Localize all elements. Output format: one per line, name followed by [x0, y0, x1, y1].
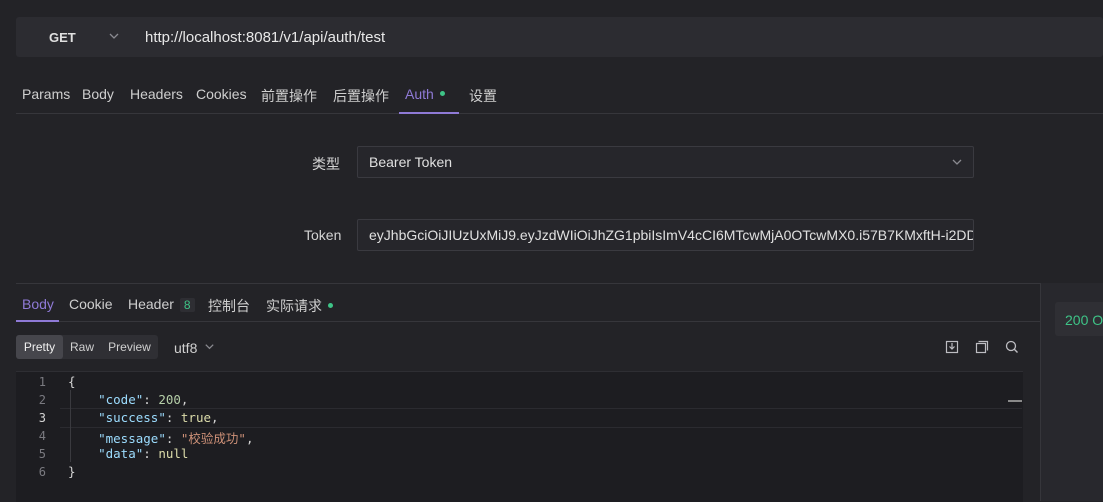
tab-response-header[interactable]: Header 8	[128, 296, 195, 312]
tab-response-body[interactable]: Body	[22, 296, 54, 312]
tab-actual-request[interactable]: 实际请求	[266, 296, 333, 316]
active-tab-indicator	[399, 112, 459, 114]
copy-icon[interactable]	[974, 339, 990, 355]
chevron-down-icon[interactable]	[107, 29, 121, 43]
scrollbar-marker[interactable]	[1008, 400, 1022, 402]
line-number: 1	[38, 375, 46, 389]
method-select[interactable]: GET	[49, 30, 76, 45]
tab-cookies[interactable]: Cookies	[196, 86, 247, 102]
json-key: "code"	[98, 392, 144, 407]
status-code: 200 O	[1065, 312, 1103, 328]
line-number: 3	[38, 411, 46, 425]
url-input[interactable]: http://localhost:8081/v1/api/auth/test	[145, 29, 385, 46]
tab-console[interactable]: 控制台	[208, 296, 250, 316]
view-pretty-button[interactable]: Pretty	[16, 335, 63, 359]
auth-type-label: 类型	[312, 156, 340, 172]
code-line: "code": 200,	[98, 392, 189, 407]
tab-response-header-label: Header	[128, 296, 174, 312]
tab-actual-request-label: 实际请求	[266, 298, 322, 314]
code-line: "data": null	[98, 446, 189, 461]
tab-settings[interactable]: 设置	[469, 86, 497, 106]
json-brace: {	[68, 374, 76, 389]
line-number: 4	[38, 429, 46, 443]
code-line: }	[68, 464, 76, 479]
json-key: "data"	[98, 446, 144, 461]
chevron-down-icon[interactable]	[950, 155, 964, 169]
view-raw-button[interactable]: Raw	[63, 335, 101, 359]
tab-post-request[interactable]: 后置操作	[333, 86, 389, 106]
code-line: "message": "校验成功",	[98, 431, 254, 446]
json-key: "message"	[98, 431, 166, 446]
search-icon[interactable]	[1004, 339, 1020, 355]
line-number: 5	[38, 447, 46, 461]
tab-auth-label: Auth	[405, 86, 434, 102]
json-value: 200	[158, 392, 181, 407]
code-line: {	[68, 374, 76, 389]
view-preview-button[interactable]: Preview	[101, 335, 158, 359]
tab-body[interactable]: Body	[82, 86, 114, 102]
tab-response-cookie[interactable]: Cookie	[69, 296, 113, 312]
json-value: null	[158, 446, 189, 461]
download-icon[interactable]	[944, 339, 960, 355]
auth-type-value: Bearer Token	[369, 154, 453, 170]
code-line: "success": true,	[98, 410, 219, 425]
divider	[16, 321, 1040, 322]
token-label: Token	[304, 227, 342, 243]
divider	[16, 113, 1103, 114]
header-count-badge: 8	[179, 298, 195, 312]
active-tab-indicator	[16, 320, 59, 322]
divider	[16, 283, 1040, 284]
tab-auth[interactable]: Auth	[405, 86, 445, 102]
chevron-down-icon[interactable]	[203, 340, 216, 353]
encoding-select[interactable]: utf8	[174, 340, 197, 356]
json-value: "校验成功"	[180, 431, 246, 446]
tab-pre-request[interactable]: 前置操作	[261, 86, 317, 106]
tab-params[interactable]: Params	[22, 86, 70, 102]
active-dot-icon	[328, 302, 333, 308]
json-key: "success"	[98, 410, 166, 425]
active-dot-icon	[439, 90, 445, 96]
tab-headers[interactable]: Headers	[130, 86, 183, 102]
line-number: 2	[38, 393, 46, 407]
json-value: true	[180, 410, 212, 425]
line-number: 6	[38, 465, 46, 479]
token-input[interactable]	[357, 219, 974, 251]
json-brace: }	[68, 464, 76, 479]
